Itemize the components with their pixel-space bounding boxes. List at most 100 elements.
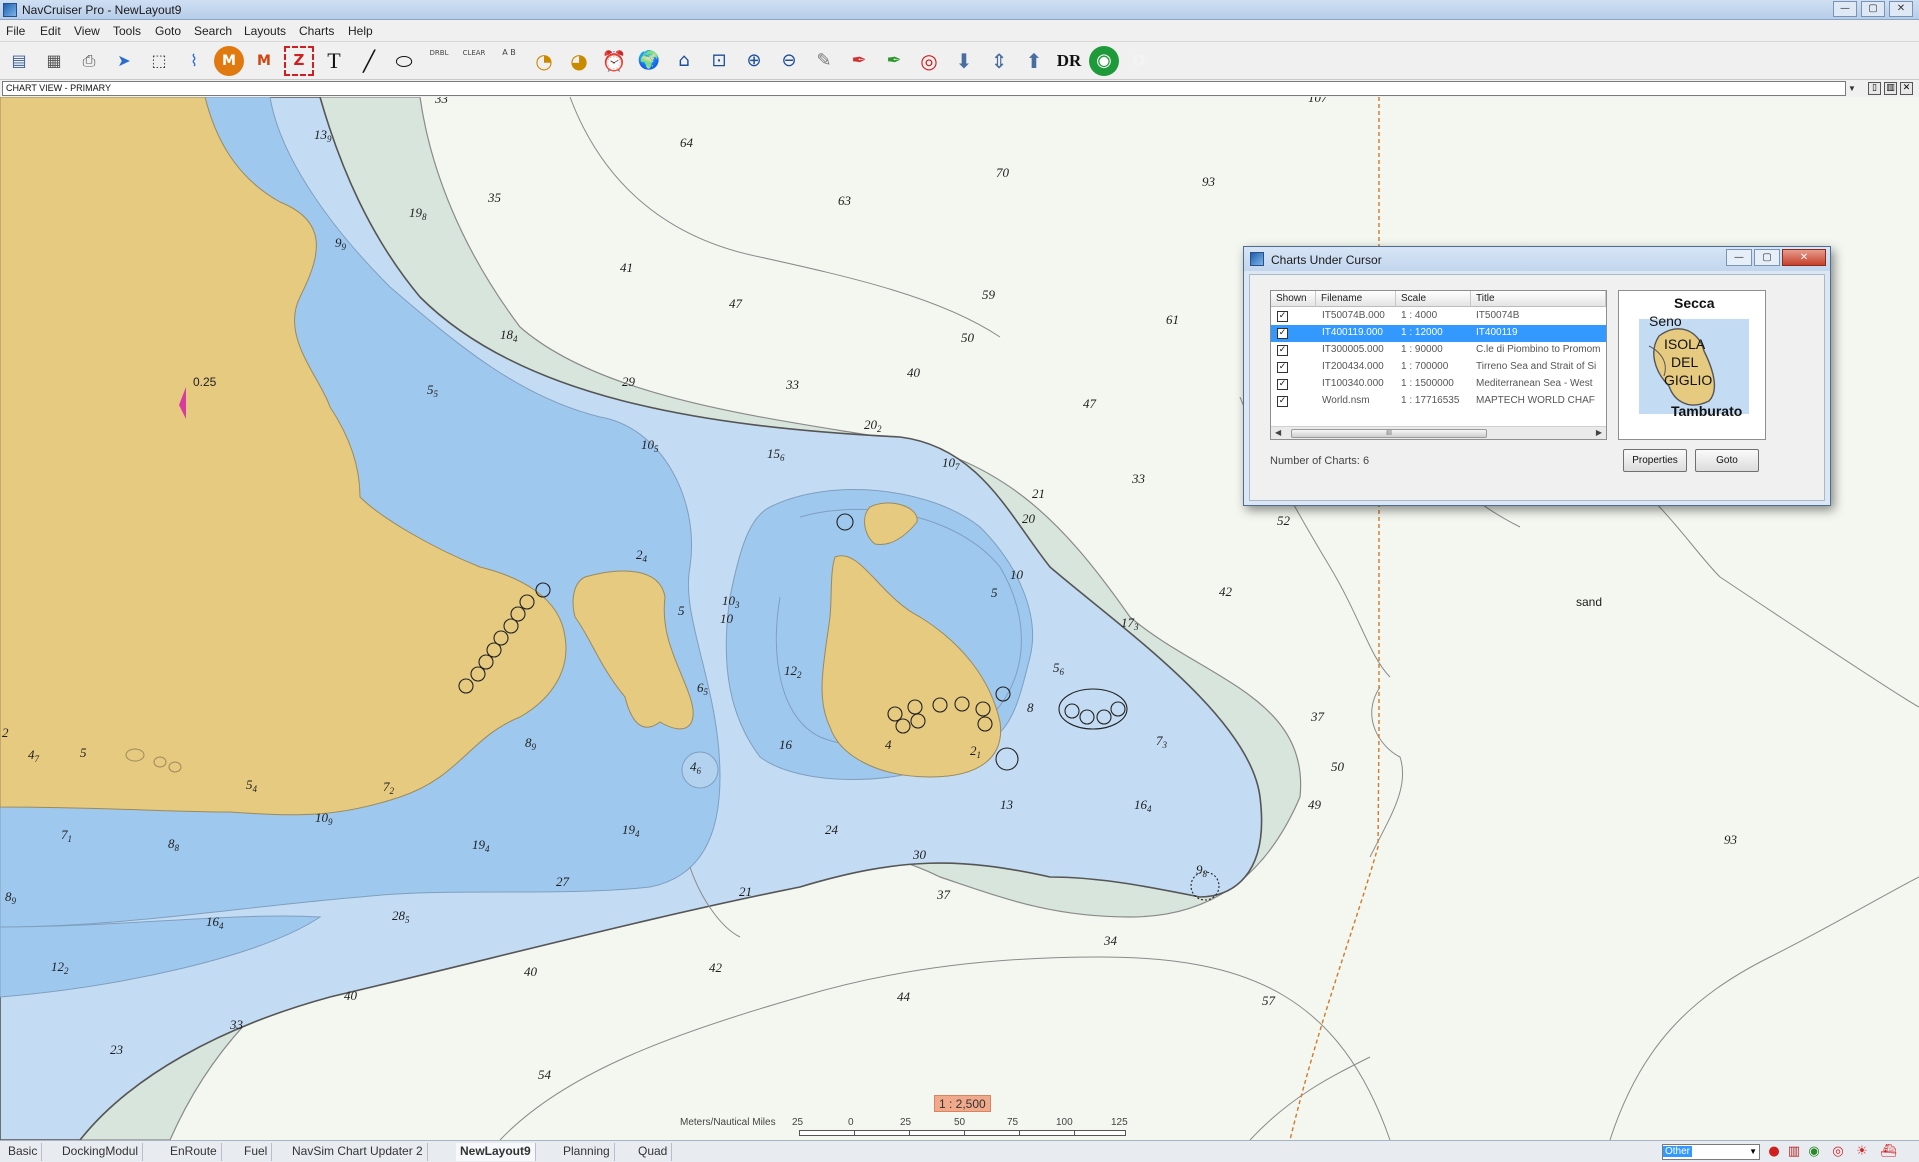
mark-m2-icon[interactable]: M <box>249 46 279 76</box>
dialog-minimize-button[interactable]: — <box>1726 249 1752 266</box>
scroll-right-icon[interactable]: ▶ <box>1596 428 1602 437</box>
route-list-icon[interactable]: ▤ <box>4 46 34 76</box>
table-row[interactable]: ✓ IT300005.000 1 : 90000 C.le di Piombino t… <box>1271 342 1606 359</box>
alarm-icon[interactable]: ⏰ <box>599 46 629 76</box>
arrow-down-icon[interactable]: ⬇ <box>949 46 979 76</box>
ruler-ab-icon[interactable]: A B <box>494 46 524 76</box>
menu-view[interactable]: View <box>74 24 100 38</box>
layer-select[interactable]: Other ▼ <box>1662 1144 1760 1160</box>
layout-tab[interactable]: NavSim Chart Updater 2 <box>288 1143 428 1161</box>
scale-ratio-badge[interactable]: 1 : 2,500 <box>934 1095 991 1112</box>
dialog-close-button[interactable]: ✕ <box>1782 249 1826 266</box>
sun-icon[interactable]: ☀ <box>1854 1144 1870 1160</box>
table-row[interactable]: ✓ World.nsm 1 : 17716535 MAPTECH WORLD CHAF <box>1271 393 1606 410</box>
view-single-icon[interactable]: ▯ <box>1868 82 1881 95</box>
menu-help[interactable]: Help <box>348 24 373 38</box>
print-icon[interactable]: ⎙ <box>74 46 104 76</box>
minimize-button[interactable]: — <box>1833 1 1857 17</box>
text-tool-icon[interactable]: T <box>319 46 349 76</box>
table-row[interactable]: ✓ IT50074B.000 1 : 4000 IT50074B <box>1271 308 1606 325</box>
dr-icon[interactable]: DR <box>1054 46 1084 76</box>
layout-tab[interactable]: Quad <box>634 1143 673 1161</box>
select-rect-icon[interactable]: ⬚ <box>144 46 174 76</box>
properties-button[interactable]: Properties <box>1623 449 1687 472</box>
depth-sounding: 5 <box>991 585 998 600</box>
menu-edit[interactable]: Edit <box>40 24 61 38</box>
feather-icon[interactable]: ✎ <box>809 46 839 76</box>
zoom-out-icon[interactable]: ⊖ <box>774 46 804 76</box>
close-button[interactable]: ✕ <box>1889 1 1913 17</box>
table-row[interactable]: ✓ IT400119.000 1 : 12000 IT400119 <box>1271 325 1606 342</box>
signal-icon[interactable]: ▥ <box>1786 1144 1802 1160</box>
scroll-thumb[interactable]: III <box>1291 429 1487 438</box>
goto-button[interactable]: Goto <box>1695 449 1759 472</box>
ellipse-tool-icon[interactable]: ⬭ <box>389 46 419 76</box>
zoom-in-icon[interactable]: ⊕ <box>739 46 769 76</box>
dialog-maximize-button[interactable]: ▢ <box>1754 249 1780 266</box>
horizontal-scrollbar[interactable]: ◀ III ▶ <box>1271 426 1606 439</box>
menu-file[interactable]: File <box>6 24 25 38</box>
home-icon[interactable]: ⌂ <box>669 46 699 76</box>
layout-tab[interactable]: EnRoute <box>166 1143 222 1161</box>
scale-cell: 1 : 700000 <box>1401 361 1449 372</box>
d-icon[interactable]: D <box>1124 46 1154 76</box>
depth-sounding: 23 <box>110 1042 123 1057</box>
route-plot-icon[interactable]: ⌇ <box>179 46 209 76</box>
chevron-down-icon[interactable]: ▼ <box>1749 1145 1757 1159</box>
split-icon[interactable]: ⇕ <box>984 46 1014 76</box>
radio-icon[interactable]: ◉ <box>1806 1144 1822 1160</box>
dialog-title-bar[interactable]: Charts Under Cursor — ▢ ✕ <box>1244 247 1830 271</box>
shown-checkbox[interactable]: ✓ <box>1277 396 1288 407</box>
column-header-filename[interactable]: Filename <box>1316 291 1396 307</box>
arrow-up-icon[interactable]: ⬆ <box>1019 46 1049 76</box>
column-header-title[interactable]: Title <box>1471 291 1606 307</box>
target-icon[interactable]: ◎ <box>1830 1144 1846 1160</box>
target-icon[interactable]: ◉ <box>1089 46 1119 76</box>
column-header-scale[interactable]: Scale <box>1396 291 1471 307</box>
menu-search[interactable]: Search <box>194 24 232 38</box>
table-row[interactable]: ✓ IT200434.000 1 : 700000 Tirreno Sea and S… <box>1271 359 1606 376</box>
layout-tab[interactable]: Fuel <box>240 1143 273 1161</box>
shown-checkbox[interactable]: ✓ <box>1277 311 1288 322</box>
scroll-left-icon[interactable]: ◀ <box>1275 428 1281 437</box>
shown-checkbox[interactable]: ✓ <box>1277 379 1288 390</box>
shown-checkbox[interactable]: ✓ <box>1277 362 1288 373</box>
pen-green-icon[interactable]: ✒ <box>879 46 909 76</box>
chevron-down-icon[interactable]: ▼ <box>1846 81 1858 96</box>
red-dot-icon[interactable]: ● <box>1766 1144 1782 1160</box>
clear-drbl-icon[interactable]: CLEAR <box>459 46 489 76</box>
layout-tab[interactable]: DockingModul <box>58 1143 144 1161</box>
stopwatch-icon[interactable]: ◕ <box>564 46 594 76</box>
filename-cell: IT400119.000 <box>1322 327 1383 338</box>
table-row[interactable]: ✓ IT100340.000 1 : 1500000 Mediterranean Se… <box>1271 376 1606 393</box>
view-close-icon[interactable]: ✕ <box>1900 82 1913 95</box>
table-icon[interactable]: ▦ <box>39 46 69 76</box>
mark-z-icon[interactable]: Z <box>284 46 314 76</box>
menu-goto[interactable]: Goto <box>155 24 181 38</box>
depth-sounding: 99 <box>335 235 346 252</box>
pen-icon[interactable]: ✒ <box>844 46 874 76</box>
lifebuoy-icon[interactable]: ◎ <box>914 46 944 76</box>
ship-icon[interactable]: ⛴ <box>1880 1144 1897 1160</box>
charts-table[interactable]: Shown Filename Scale Title ✓ IT50074B.000… <box>1270 290 1607 440</box>
world-icon[interactable]: 🌍 <box>634 46 664 76</box>
pointer-icon[interactable]: ➤ <box>109 46 139 76</box>
menu-tools[interactable]: Tools <box>113 24 141 38</box>
layout-tab[interactable]: NewLayout9 <box>456 1143 536 1161</box>
shown-checkbox[interactable]: ✓ <box>1277 345 1288 356</box>
shown-checkbox[interactable]: ✓ <box>1277 328 1288 339</box>
layout-tab[interactable]: Basic <box>4 1143 43 1161</box>
line-tool-icon[interactable]: ╱ <box>354 46 384 76</box>
layout-tab[interactable]: Planning <box>559 1143 615 1161</box>
mark-m-icon[interactable]: M <box>214 46 244 76</box>
view-split-icon[interactable]: ▥ <box>1884 82 1897 95</box>
maximize-button[interactable]: ▢ <box>1861 1 1885 17</box>
timer-icon[interactable]: ◔ <box>529 46 559 76</box>
drbl-icon[interactable]: DRBL <box>424 46 454 76</box>
menu-layouts[interactable]: Layouts <box>244 24 286 38</box>
column-header-shown[interactable]: Shown <box>1271 291 1316 307</box>
menu-charts[interactable]: Charts <box>299 24 334 38</box>
depth-sounding: 2 <box>2 725 9 740</box>
zoom-area-icon[interactable]: ⊡ <box>704 46 734 76</box>
chart-view-select[interactable]: CHART VIEW - PRIMARY <box>2 81 1846 96</box>
